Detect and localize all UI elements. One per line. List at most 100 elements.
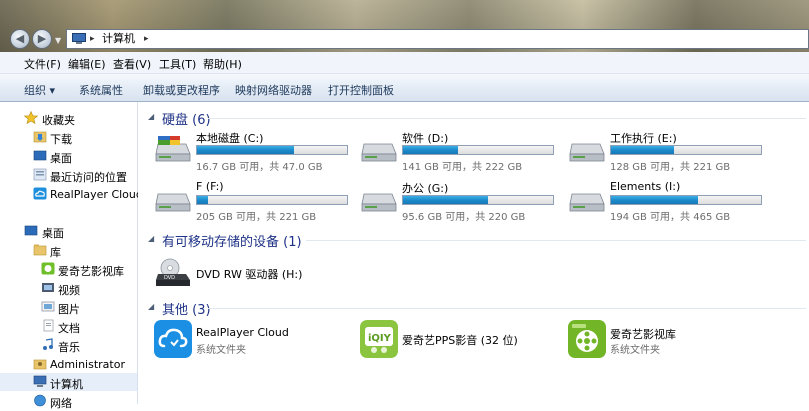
svg-text:iQIY: iQIY [368,333,392,344]
breadcrumb-separator-icon[interactable]: ▸ [144,30,149,48]
menu-tools[interactable]: 工具(T) [159,56,196,72]
group-header-hard-disks[interactable]: ◢ 硬盘 (6) [146,108,806,128]
hard-drive-icon [361,143,397,162]
drive-space-info: 141 GB 可用，共 222 GB [402,162,523,173]
open-control-panel-button[interactable]: 打开控制面板 [328,82,394,98]
hard-drive-icon [155,193,191,212]
nav-pictures[interactable]: 图片 [0,298,137,316]
menu-file[interactable]: 文件(F) [24,56,61,72]
iqiyi-icon: iQIY [360,320,398,358]
nav-label: 库 [50,246,61,259]
nav-administrator[interactable]: Administrator [0,355,137,373]
nav-label: 计算机 [50,378,83,391]
hard-drive-icon [155,136,191,162]
menu-bar: 文件(F) 编辑(E) 查看(V) 工具(T) 帮助(H) [0,52,809,74]
nav-label: 最近访问的位置 [50,171,127,184]
system-properties-button[interactable]: 系统属性 [79,82,123,98]
drive-g[interactable]: 办公 (G:) 95.6 GB 可用，共 220 GB [360,180,565,223]
downloads-folder-icon [33,131,47,143]
menu-view[interactable]: 查看(V) [113,56,151,72]
organize-button[interactable]: 组织 ▾ [24,82,55,98]
drive-usage-bar [610,195,762,205]
drive-e[interactable]: 工作执行 (E:) 128 GB 可用，共 221 GB [568,130,773,173]
group-divider [306,240,806,241]
star-icon [24,111,38,124]
desktop-icon [33,150,47,161]
forward-button[interactable]: ▶ [32,29,52,49]
group-header-removable[interactable]: ◢ 有可移动存储的设备 (1) [146,230,806,250]
nav-label: 音乐 [58,341,80,354]
drive-usage-bar [610,145,762,155]
other-iqiyi-pps[interactable]: iQIY 爱奇艺PPS影音 (32 位) [360,320,560,362]
drive-usage-bar [402,195,554,205]
nav-realplayer-cloud[interactable]: RealPlayer Cloud [0,185,143,203]
back-button[interactable]: ◀ [10,29,30,49]
drive-name: DVD RW 驱动器 (H:) [196,268,303,281]
nav-network[interactable]: 网络 [0,392,137,410]
address-bar[interactable]: ▸ 计算机 ▸ [66,29,809,49]
breadcrumb-computer[interactable]: 计算机 [102,30,135,48]
nav-videos[interactable]: 视频 [0,279,137,297]
nav-label: 收藏夹 [42,114,75,127]
breadcrumb-separator-icon[interactable]: ▸ [90,30,95,48]
recent-places-icon [33,168,47,181]
collapse-icon[interactable]: ◢ [148,112,154,121]
group-title: 其他 (3) [162,303,211,318]
nav-library[interactable]: 库 [0,241,137,259]
nav-label: 下载 [50,133,72,146]
music-icon [43,338,53,350]
nav-label: 视频 [58,284,80,297]
drive-usage-bar [196,145,348,155]
drive-space-info: 16.7 GB 可用，共 47.0 GB [196,162,323,173]
drive-name: 本地磁盘 (C:) [196,132,264,145]
drive-c[interactable]: 本地磁盘 (C:) 16.7 GB 可用，共 47.0 GB [154,130,359,173]
documents-icon [43,319,54,332]
library-icon [33,244,47,256]
nav-label: 网络 [50,397,72,410]
drive-name: 软件 (D:) [402,132,449,145]
drive-name: 工作执行 (E:) [610,132,677,145]
drive-d[interactable]: 软件 (D:) 141 GB 可用，共 222 GB [360,130,565,173]
content-pane: ◢ 硬盘 (6) 本地磁盘 (C:) 16.7 GB 可用，共 47.0 GB … [138,102,809,404]
drive-dvd-h[interactable]: DVD DVD RW 驱动器 (H:) [154,254,359,296]
nav-label: 爱奇艺影视库 [58,265,124,278]
svg-text:DVD: DVD [164,275,175,281]
nav-documents[interactable]: 文档 [0,317,137,335]
drive-f[interactable]: F (F:) 205 GB 可用，共 221 GB [154,180,359,223]
item-name: 爱奇艺影视库 [610,328,676,341]
drive-space-info: 95.6 GB 可用，共 220 GB [402,212,526,223]
group-header-other[interactable]: ◢ 其他 (3) [146,298,806,318]
drive-space-info: 205 GB 可用，共 221 GB [196,212,317,223]
item-type: 系统文件夹 [610,345,660,356]
group-title: 硬盘 (6) [162,113,211,128]
nav-desktop[interactable]: 桌面 [0,222,137,240]
item-name: 爱奇艺PPS影音 (32 位) [402,334,518,347]
other-iqiyi-film-library[interactable]: 爱奇艺影视库 系统文件夹 [568,320,768,362]
drive-name: Elements (I:) [610,180,681,193]
nav-iqiyi-library[interactable]: 爱奇艺影视库 [0,260,137,278]
nav-music[interactable]: 音乐 [0,336,137,354]
computer-icon [72,33,86,44]
nav-recent-places[interactable]: 最近访问的位置 [0,166,137,184]
group-divider [208,118,806,119]
group-divider [208,308,806,309]
navigation-pane: 收藏夹 下载 桌面 最近访问的位置 RealPlayer Cloud 桌面 库 … [0,102,143,410]
recent-pages-dropdown-icon[interactable]: ▼ [55,36,63,45]
other-realplayer-cloud[interactable]: RealPlayer Cloud 系统文件夹 [154,320,354,362]
nav-label: 文档 [58,322,80,335]
collapse-icon[interactable]: ◢ [148,302,154,311]
collapse-icon[interactable]: ◢ [148,234,154,243]
map-network-drive-button[interactable]: 映射网络驱动器 [235,82,312,98]
menu-edit[interactable]: 编辑(E) [68,56,106,72]
drive-usage-bar [402,145,554,155]
drive-i[interactable]: Elements (I:) 194 GB 可用，共 465 GB [568,180,773,223]
nav-computer[interactable]: 计算机 [0,373,137,391]
uninstall-program-button[interactable]: 卸载或更改程序 [143,82,220,98]
video-icon [42,283,54,292]
nav-desktop-fav[interactable]: 桌面 [0,147,137,165]
nav-downloads[interactable]: 下载 [0,128,137,146]
iqiyi-film-library-icon [568,320,606,358]
menu-help[interactable]: 帮助(H) [203,56,242,72]
drive-space-info: 128 GB 可用，共 221 GB [610,162,731,173]
nav-favorites[interactable]: 收藏夹 [0,109,137,127]
